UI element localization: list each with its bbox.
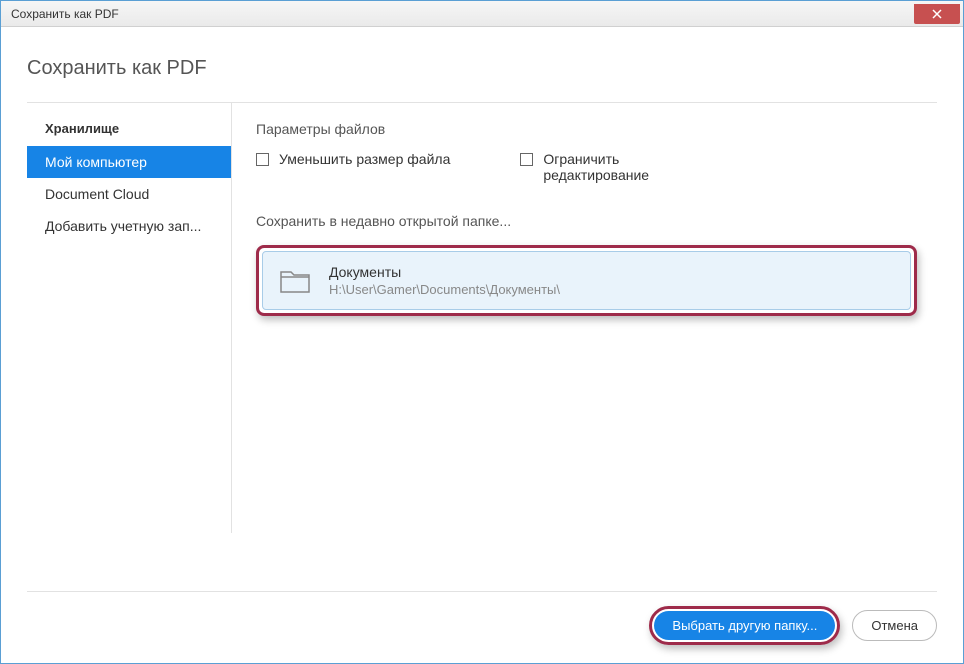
recent-folder-title: Сохранить в недавно открытой папке...	[256, 213, 917, 229]
titlebar: Сохранить как PDF	[1, 1, 963, 27]
cancel-button[interactable]: Отмена	[852, 610, 937, 641]
sidebar-item-label: Document Cloud	[45, 186, 149, 202]
folder-icon	[279, 268, 311, 294]
page-title: Сохранить как PDF	[27, 57, 937, 80]
content: Параметры файлов Уменьшить размер файла …	[232, 103, 937, 533]
folder-name: Документы	[329, 264, 560, 280]
recent-folder-highlight: Документы H:\User\Gamer\Documents\Докуме…	[256, 245, 917, 316]
params-title: Параметры файлов	[256, 121, 917, 137]
choose-folder-highlight: Выбрать другую папку...	[649, 606, 840, 645]
checkbox-label: Ограничить редактирование	[543, 151, 720, 183]
folder-text: Документы H:\User\Gamer\Documents\Докуме…	[329, 264, 560, 297]
choose-folder-button[interactable]: Выбрать другую папку...	[654, 611, 835, 640]
sidebar-item-label: Мой компьютер	[45, 154, 147, 170]
folder-path: H:\User\Gamer\Documents\Документы\	[329, 282, 560, 297]
sidebar-heading: Хранилище	[27, 121, 231, 146]
close-button[interactable]	[914, 4, 960, 24]
checkbox-restrict-editing[interactable]: Ограничить редактирование	[520, 151, 720, 183]
recent-folder-item[interactable]: Документы H:\User\Gamer\Documents\Докуме…	[262, 251, 911, 310]
columns: Хранилище Мой компьютер Document Cloud Д…	[27, 102, 937, 533]
sidebar-item-add-account[interactable]: Добавить учетную зап...	[27, 210, 231, 242]
checkbox-icon	[520, 153, 533, 166]
checkbox-reduce-size[interactable]: Уменьшить размер файла	[256, 151, 450, 183]
checkbox-label: Уменьшить размер файла	[279, 151, 450, 167]
close-icon	[932, 9, 942, 19]
save-as-pdf-dialog: Сохранить как PDF Сохранить как PDF Хран…	[0, 0, 964, 664]
window-title: Сохранить как PDF	[11, 7, 119, 21]
dialog-body: Сохранить как PDF Хранилище Мой компьюте…	[1, 27, 963, 553]
sidebar-item-label: Добавить учетную зап...	[45, 218, 201, 234]
checkbox-icon	[256, 153, 269, 166]
sidebar-item-document-cloud[interactable]: Document Cloud	[27, 178, 231, 210]
sidebar-item-my-computer[interactable]: Мой компьютер	[27, 146, 231, 178]
sidebar: Хранилище Мой компьютер Document Cloud Д…	[27, 103, 232, 533]
checkbox-row: Уменьшить размер файла Ограничить редакт…	[256, 151, 917, 183]
footer: Выбрать другую папку... Отмена	[27, 591, 937, 645]
